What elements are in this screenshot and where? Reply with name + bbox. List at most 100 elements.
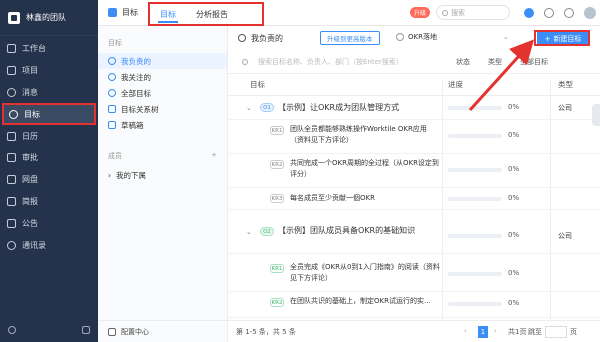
type-value: 公司: [558, 104, 572, 112]
table-header: 目标 进度 类型: [228, 74, 600, 96]
subnav-item-mine[interactable]: 我负责的: [98, 53, 227, 69]
kr-title[interactable]: 全员完成《OKR从0到1入门指南》的阅读（资料见下方评论）: [290, 262, 440, 284]
bell-icon[interactable]: [564, 8, 574, 18]
kr-title[interactable]: 共同完成一个OKR周期的全过程（从OKR设定到评分）: [290, 158, 440, 180]
filter-type[interactable]: 类型: [488, 57, 502, 67]
objective-title[interactable]: 【示例】团队成员具备OKR的基础知识: [278, 225, 428, 236]
nav-item-message[interactable]: 消息: [0, 82, 98, 104]
prev-page-icon[interactable]: ‹: [464, 327, 474, 337]
page-jump-input[interactable]: [545, 325, 567, 338]
column-goal[interactable]: 目标: [250, 79, 265, 90]
chevron-down-icon[interactable]: ⌄: [246, 228, 252, 236]
table-row[interactable]: KR1 团队全员都能够熟练操作Worktile OKR应用（资料见下方评论） 0…: [228, 120, 600, 154]
avatar[interactable]: [584, 7, 596, 19]
kr-title[interactable]: 在团队共识的基础上，制定OKR试运行的实...: [290, 296, 440, 307]
kr-badge: KR3: [270, 194, 284, 203]
person-icon: [238, 34, 246, 42]
collapse-icon[interactable]: [82, 326, 90, 334]
add-icon[interactable]: [524, 8, 534, 18]
nav-label: 目标: [24, 109, 40, 119]
okr-period-select[interactable]: OKR落地 ⌄: [396, 32, 509, 42]
tab-group: 目标 分析报告: [148, 2, 264, 26]
settings-icon[interactable]: [8, 326, 16, 334]
table-row[interactable]: KR3 每名成员至少贡献一個OKR 0%: [228, 188, 600, 210]
help-icon[interactable]: [544, 8, 554, 18]
progress-value: 0%: [508, 131, 520, 139]
tree-icon: [108, 105, 116, 113]
progress-bar: [448, 272, 502, 276]
table-row[interactable]: ⌄ O1 【示例】让OKR成为团队管理方式 0% 公司: [228, 96, 600, 120]
progress-value: 0%: [508, 299, 520, 307]
global-search-input[interactable]: 搜索: [436, 5, 510, 20]
team-header[interactable]: 林鑫的团队: [0, 0, 98, 36]
subnav-item-tree[interactable]: 目标关系树: [98, 101, 227, 117]
column-progress[interactable]: 进度: [448, 79, 463, 90]
progress-value: 0%: [508, 269, 520, 277]
subnav-item-drafts[interactable]: 草稿箱: [98, 117, 227, 133]
pager-total: 5: [282, 327, 287, 336]
nav-label: 简报: [22, 196, 38, 206]
pager-text: 第: [236, 327, 243, 336]
progress-bar: [448, 234, 502, 238]
kr-badge: KR1: [270, 126, 284, 135]
side-panel-toggle[interactable]: [592, 104, 600, 126]
nav-item-workbench[interactable]: 工作台: [0, 38, 98, 60]
person-icon: [108, 57, 116, 65]
goal-subnav: 目标 我负责的 我关注的 全部目标 目标关系树 草稿箱 成员 + › 我的下属 配…: [98, 26, 228, 342]
nav-item-calendar[interactable]: 日历: [0, 125, 98, 147]
pagination: 第 1-5 条，共 5 条 ‹ 1 › 共1页 跳至 页: [228, 320, 600, 342]
subnav-item-all[interactable]: 全部目标: [98, 85, 227, 101]
upgrade-version-button[interactable]: 升级到更高版本: [320, 31, 380, 45]
project-icon: [7, 66, 16, 76]
tab-target[interactable]: 目标: [150, 4, 186, 24]
subnav-item-following[interactable]: 我关注的: [98, 69, 227, 85]
kr-badge: KR1: [270, 264, 284, 273]
table-row[interactable]: KR1 全员完成《OKR从0到1入门指南》的阅读（资料见下方评论） 0%: [228, 258, 600, 292]
current-page[interactable]: 1: [478, 326, 488, 338]
kr-title[interactable]: 团队全员都能够熟练操作Worktile OKR应用（资料见下方评论）: [290, 124, 440, 146]
page-label: 页: [570, 327, 577, 336]
pager-text: 条: [288, 327, 296, 336]
subnav-label: 草稿箱: [121, 120, 144, 130]
subnav-item-subordinates[interactable]: › 我的下属: [98, 167, 227, 183]
chevron-down-icon[interactable]: ⌄: [246, 104, 252, 112]
column-type[interactable]: 类型: [558, 79, 573, 90]
objective-title[interactable]: 【示例】让OKR成为团队管理方式: [278, 102, 399, 113]
filter-status[interactable]: 状态: [456, 57, 470, 67]
kr-title[interactable]: 每名成员至少贡献一個OKR: [290, 193, 375, 204]
nav-item-contacts[interactable]: 通讯录: [0, 234, 98, 256]
table-row[interactable]: KR2 在团队共识的基础上，制定OKR试运行的实... 0%: [228, 292, 600, 318]
table-row[interactable]: ⌄ O2 【示例】团队成员具备OKR的基础知识 0% 公司: [228, 220, 600, 254]
add-member-icon[interactable]: +: [211, 151, 217, 161]
team-name: 林鑫的团队: [26, 13, 66, 22]
progress-bar: [448, 106, 502, 110]
config-icon: [108, 327, 116, 336]
top-bar: 目标 目标 分析报告 升级 搜索: [98, 0, 600, 26]
period-icon: [396, 33, 404, 41]
next-page-icon[interactable]: ›: [494, 327, 504, 337]
goal-search-input[interactable]: 搜索目标名称、负责人、部门（按Enter搜索）: [258, 57, 403, 67]
target-icon: [108, 89, 116, 97]
nav-item-announcement[interactable]: 公告: [0, 212, 98, 234]
progress-value: 0%: [508, 165, 520, 173]
nav-item-report[interactable]: 简报: [0, 191, 98, 213]
team-logo-icon: [8, 11, 20, 24]
table-row[interactable]: KR2 共同完成一个OKR周期的全过程（从OKR设定到评分） 0%: [228, 154, 600, 188]
nav-item-approval[interactable]: 审批: [0, 147, 98, 169]
config-center[interactable]: 配置中心: [98, 320, 227, 342]
upgrade-badge[interactable]: 升级: [410, 7, 431, 18]
nav-item-project[interactable]: 项目: [0, 60, 98, 82]
tab-analysis-report[interactable]: 分析报告: [186, 4, 238, 24]
chevron-right-icon: ›: [108, 170, 111, 180]
progress-value: 0%: [508, 103, 520, 111]
search-icon: [242, 59, 248, 65]
pager-range: 1-5: [245, 327, 257, 336]
nav-item-drive[interactable]: 网盘: [0, 169, 98, 191]
nav-label: 日历: [22, 131, 38, 141]
jump-label: 跳至: [528, 327, 542, 336]
filter-all[interactable]: 全部目标: [520, 57, 548, 67]
subnav-label: 目标关系树: [121, 104, 159, 114]
chevron-down-icon: ⌄: [502, 33, 509, 41]
subnav-label: 我的下属: [116, 170, 146, 180]
nav-item-target[interactable]: 目标: [2, 103, 96, 126]
